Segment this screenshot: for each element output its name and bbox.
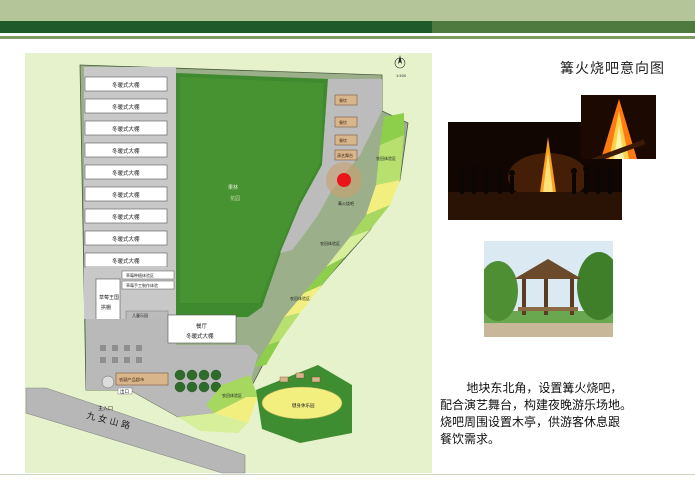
building-label-3: 餐饮 [339, 137, 347, 143]
farm-zone-label-3: 农田体验区 [290, 295, 310, 301]
header-band-thin [0, 36, 695, 39]
strawberry-kingdom-sub: 拱棚 [101, 304, 111, 311]
scale-label: 1:500 [396, 74, 406, 78]
fitness-track [261, 386, 343, 420]
bonfire-closeup-scene [581, 95, 656, 159]
farm-zone-label-2: 农田体验区 [320, 240, 340, 246]
greenhouse-label-4: 冬暖式大棚 [112, 147, 140, 155]
description-line-3: 烧吧周围设置木亭，供游客休息跟 [440, 415, 621, 429]
strawberry-diy-label: 草莓手工制作体验 [126, 282, 158, 288]
description-line-1: 地块东北角，设置篝火烧吧， [466, 381, 623, 395]
description: 地块东北角，设置篝火烧吧， 配合演艺舞台，构建夜晚游乐场地。 烧吧周围设置木亭，… [440, 380, 670, 448]
greenhouse-label-2: 冬暖式大棚 [112, 103, 140, 111]
greenhouse-label-1: 冬暖式大棚 [112, 81, 140, 89]
greenhouse-label-7: 冬暖式大棚 [112, 213, 140, 221]
greenhouse-label-3: 冬暖式大棚 [112, 125, 140, 133]
entrance-label: 主入口 [98, 405, 113, 412]
greenhouse-label-5: 冬暖式大棚 [112, 169, 140, 177]
description-line-4: 餐饮需求。 [440, 432, 501, 446]
playground-label: 儿童乐园 [132, 312, 148, 318]
building-label-1: 餐饮 [339, 97, 347, 103]
fountain [101, 375, 115, 389]
lawn-label: 果林 [228, 184, 238, 191]
building-label-2: 餐饮 [339, 119, 347, 125]
pavilion-scene [484, 241, 613, 337]
header-band-accent [432, 21, 695, 33]
strawberry-area-label: 草莓种植体验区 [126, 272, 154, 278]
greenhouse-label-8: 冬暖式大棚 [112, 235, 140, 243]
farm-zone-label-4: 农田体验区 [222, 392, 242, 398]
header-band-light [0, 0, 695, 21]
farm-market-label: 农副产品超市 [119, 376, 144, 383]
pavilion-photo [484, 241, 613, 337]
restaurant-label: 餐厅 [196, 322, 208, 330]
bonfire-label: 篝火烧吧 [338, 200, 354, 206]
description-line-2: 配合演艺舞台，构建夜晚游乐场地。 [440, 398, 633, 412]
greenhouse-label-6: 冬暖式大棚 [112, 191, 140, 199]
exit-label: 出口 [120, 388, 129, 395]
building-label-4: 演艺舞台 [337, 152, 353, 158]
bonfire-marker [337, 173, 351, 187]
fitness-label: 健身休乐园 [292, 402, 315, 409]
strawberry-kingdom-label: 草莓王国 [99, 294, 119, 301]
lawn-sublabel: 花园 [230, 195, 240, 202]
farm-zone-label-1: 农田体验区 [376, 155, 396, 161]
restaurant-sub: 冬暖式大棚 [186, 332, 214, 340]
greenhouse-label-9: 冬暖式大棚 [112, 257, 140, 265]
site-plan: 九 女 山 路 冬暖式大棚 冬暖式大棚 冬暖式大棚 冬暖式大棚 冬暖式大棚 冬暖… [25, 53, 432, 474]
bonfire-closeup-photo [581, 95, 656, 159]
page-title: 篝火烧吧意向图 [560, 61, 665, 77]
